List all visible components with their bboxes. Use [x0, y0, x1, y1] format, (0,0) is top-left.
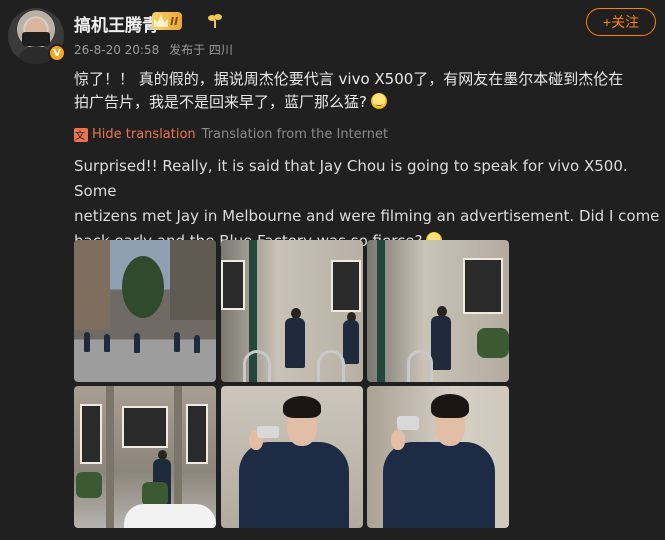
post-text-line-2: 拍广告片，我是不是回来早了，蓝厂那么猛? — [74, 93, 367, 111]
translated-text: Surprised!! Really, it is said that Jay … — [74, 154, 660, 254]
post-text: 惊了！！ 真的假的，据说周杰伦要代言 vivo X500了，有网友在墨尔本碰到杰… — [74, 68, 654, 114]
username[interactable]: 搞机王腾青 — [74, 11, 159, 36]
building-man-phone-photo[interactable] — [367, 240, 509, 382]
translation-source: Translation from the Internet — [201, 127, 389, 142]
follow-button[interactable]: +关注 — [586, 8, 656, 36]
translation-bar: Hide translation Translation from the In… — [74, 127, 388, 142]
translate-icon — [74, 127, 88, 142]
timestamp: 26-8-20 20:58 — [74, 43, 160, 57]
post-text-line-1: 惊了！！ 真的假的，据说周杰伦要代言 vivo X500了，有网友在墨尔本碰到杰… — [74, 70, 624, 88]
man-phone-closeup-photo-2[interactable] — [367, 386, 509, 528]
hide-translation-link[interactable]: Hide translation — [92, 127, 196, 142]
smile-emoji-icon — [370, 93, 387, 109]
man-phone-closeup-photo[interactable] — [221, 386, 363, 528]
arched-building-photo[interactable] — [74, 386, 216, 528]
level-label: II — [170, 14, 179, 28]
sprout-icon — [208, 14, 222, 28]
location: 发布于 四川 — [169, 43, 233, 57]
verified-badge-icon: V — [48, 44, 66, 62]
translated-line-1: Surprised!! Really, it is said that Jay … — [74, 157, 628, 200]
post-meta: 26-8-20 20:58 发布于 四川 — [74, 41, 239, 58]
street-crowd-photo[interactable] — [74, 240, 216, 382]
translated-line-2: netizens met Jay in Melbourne and were f… — [74, 207, 660, 225]
crown-icon — [154, 15, 168, 27]
level-badge[interactable]: II — [152, 12, 183, 30]
building-man-photo[interactable] — [221, 240, 363, 382]
